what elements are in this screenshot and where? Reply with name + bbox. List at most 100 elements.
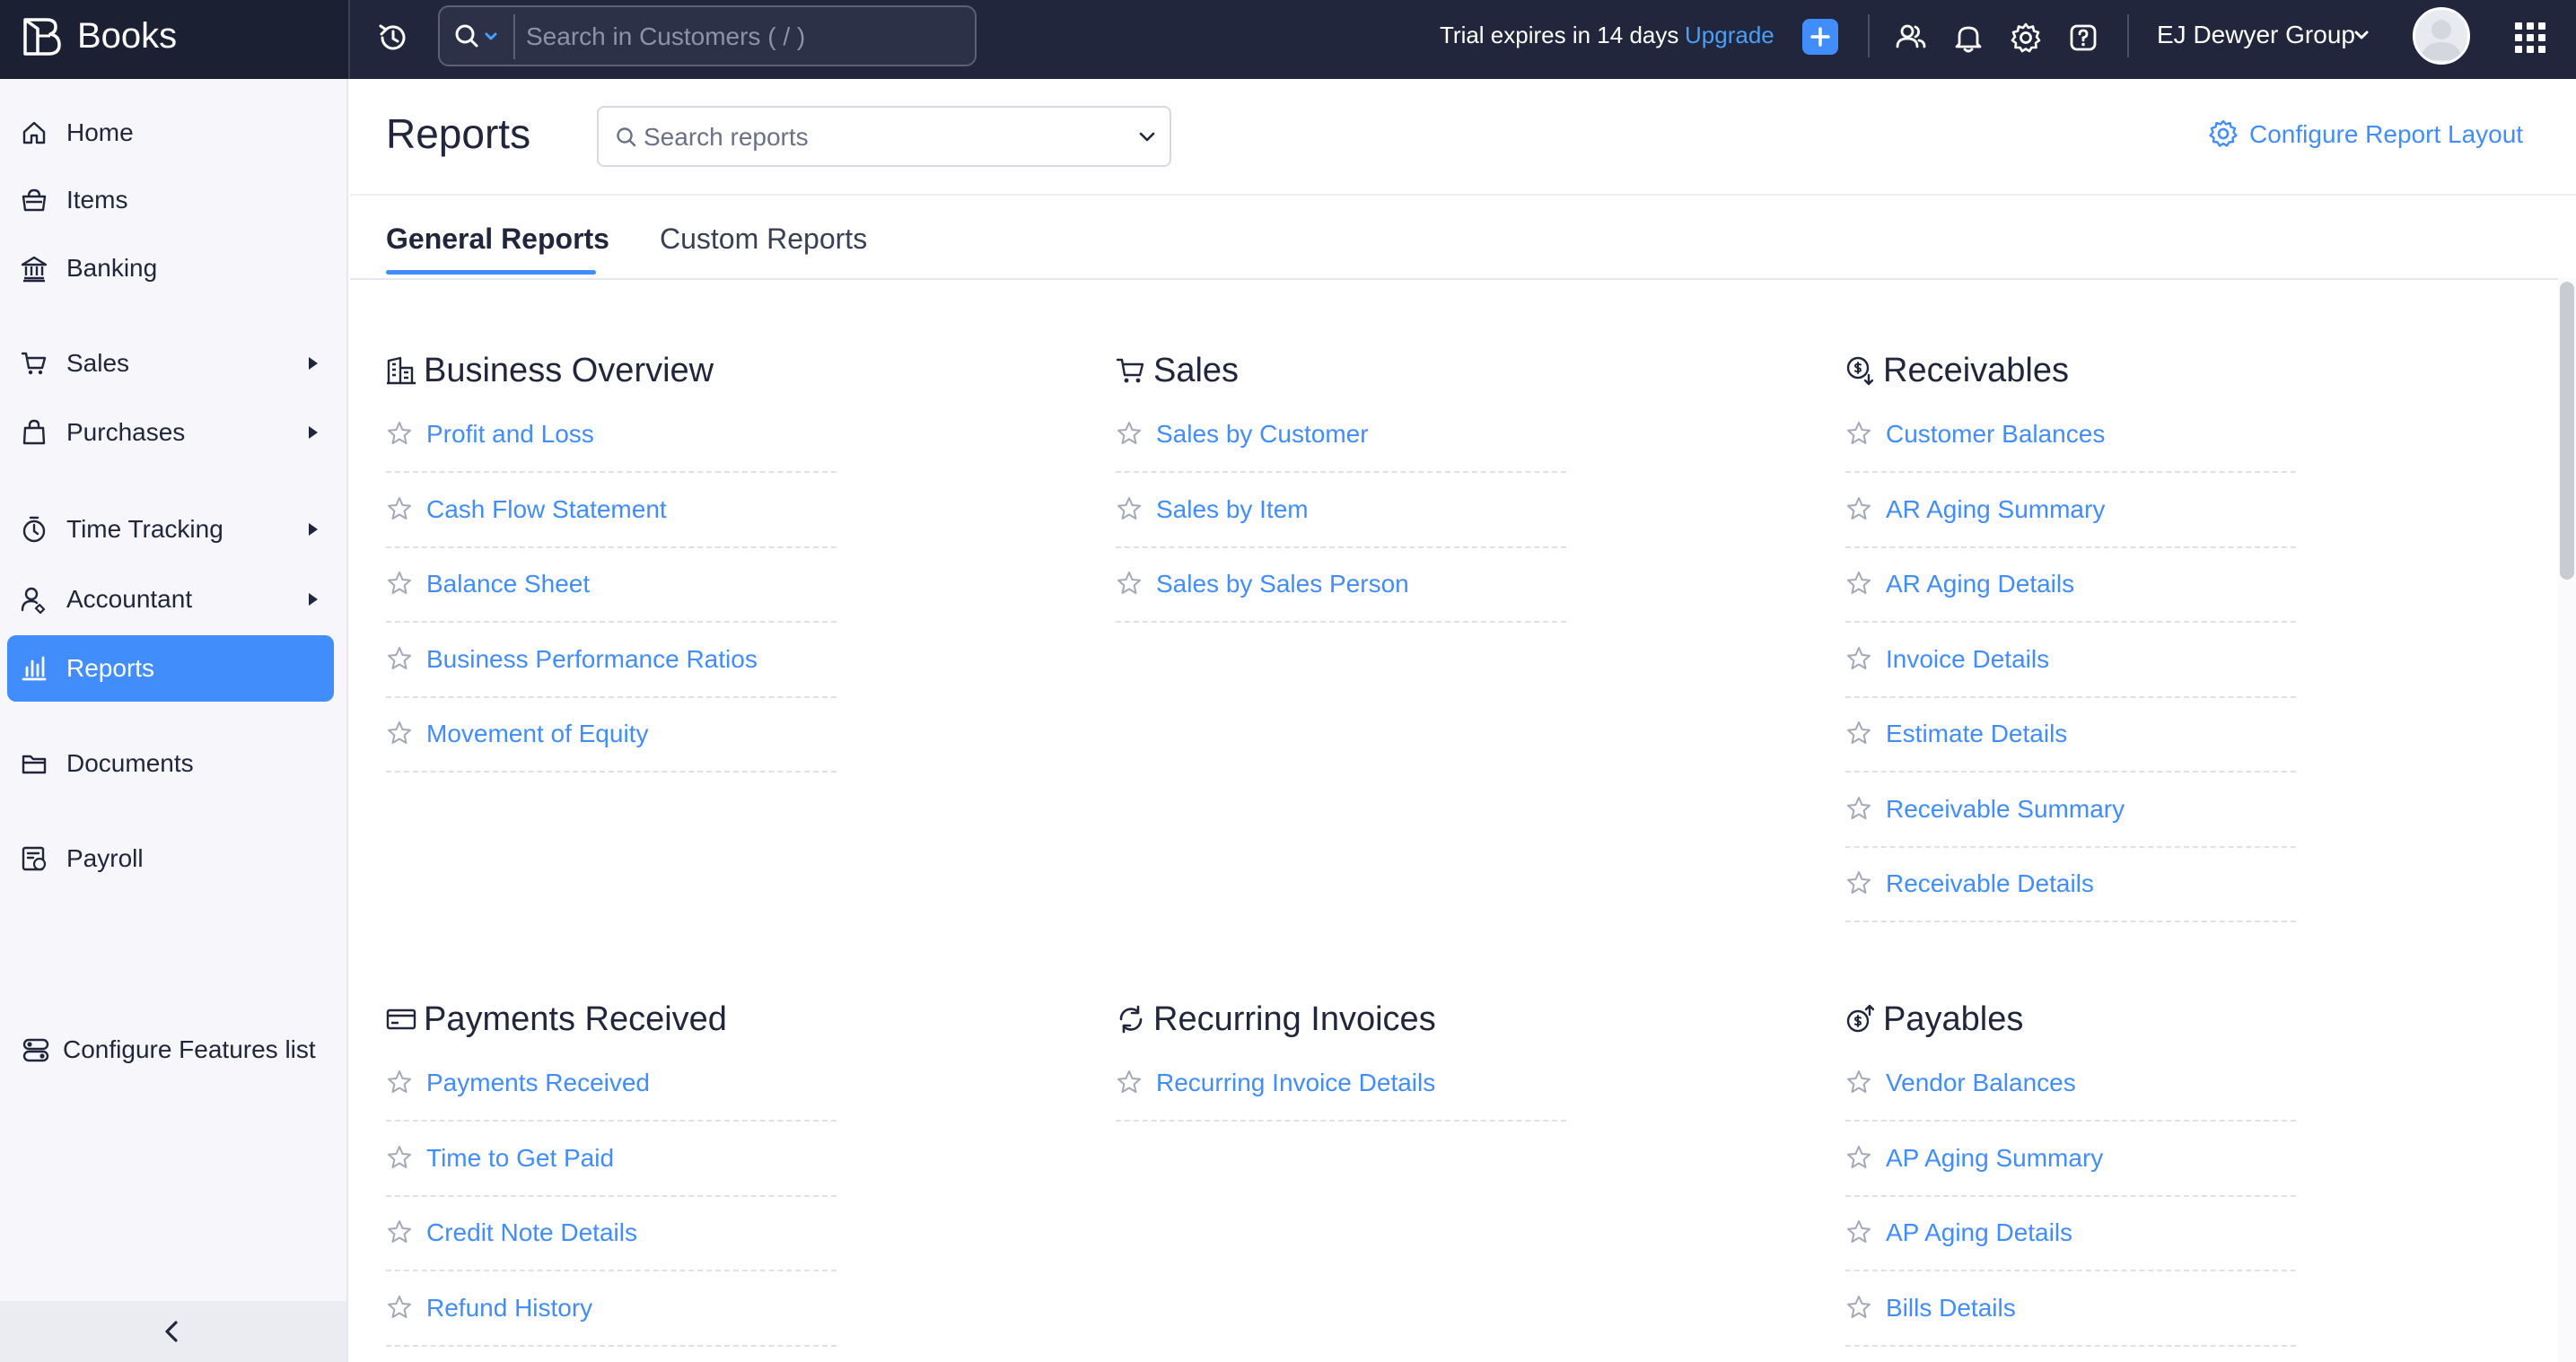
star-icon[interactable] [1845,420,1872,447]
star-icon[interactable] [1116,570,1143,597]
report-link[interactable]: Balance Sheet [426,570,590,598]
report-link-row[interactable]: Time to Get Paid [386,1122,837,1197]
sidebar-item-sales[interactable]: Sales [7,330,334,397]
report-link[interactable]: AP Aging Details [1886,1218,2072,1247]
organization-switcher[interactable]: EJ Dewyer Group [2157,21,2355,49]
users-icon[interactable] [1891,18,1931,57]
report-link-row[interactable]: Customer Balances [1845,397,2296,473]
report-link-row[interactable]: Business Performance Ratios [386,623,837,698]
brand[interactable]: Books [0,0,348,79]
report-link[interactable]: Time to Get Paid [426,1144,614,1173]
report-link[interactable]: Receivable Summary [1886,795,2125,824]
report-link-row[interactable]: Bills Details [1845,1271,2296,1347]
tab-custom-reports[interactable]: Custom Reports [660,223,867,276]
report-link[interactable]: Business Performance Ratios [426,645,758,674]
star-icon[interactable] [1116,1069,1143,1096]
star-icon[interactable] [1845,720,1872,746]
star-icon[interactable] [1845,1144,1872,1171]
report-link[interactable]: Customer Balances [1886,420,2105,449]
report-link-row[interactable]: AP Aging Details [1845,1196,2296,1271]
bell-icon[interactable] [1949,18,1988,57]
report-link[interactable]: AP Aging Summary [1886,1144,2103,1173]
report-search-input[interactable] [644,118,1110,156]
sidebar-item-time-tracking[interactable]: Time Tracking [7,496,334,563]
star-icon[interactable] [1845,495,1872,522]
configure-features-link[interactable]: Configure Features list [7,1017,334,1083]
report-link-row[interactable]: Balance Sheet [386,547,837,623]
sidebar-item-documents[interactable]: Documents [7,730,334,797]
report-link[interactable]: Profit and Loss [426,420,594,449]
report-link[interactable]: Credit Note Details [426,1218,637,1247]
report-link[interactable]: Sales by Sales Person [1156,570,1409,598]
report-link-row[interactable]: Receivable Summary [1845,773,2296,848]
star-icon[interactable] [1845,1218,1872,1245]
report-link-row[interactable]: Sales by Sales Person [1116,547,1566,623]
star-icon[interactable] [386,645,413,672]
report-link-row[interactable]: Sales by Item [1116,473,1566,548]
star-icon[interactable] [1116,420,1143,447]
search-scope-dropdown[interactable] [452,22,506,52]
report-link-row[interactable]: Credit Note Details [386,1196,837,1271]
star-icon[interactable] [386,570,413,597]
star-icon[interactable] [1845,570,1872,597]
report-link-row[interactable]: Refund History [386,1271,837,1347]
star-icon[interactable] [386,1069,413,1096]
sidebar-item-reports[interactable]: Reports [7,635,334,702]
sidebar-item-purchases[interactable]: Purchases [7,399,334,466]
scrollbar-thumb[interactable] [2560,282,2574,580]
report-link[interactable]: Estimate Details [1886,720,2067,748]
apps-grid-icon[interactable] [2512,20,2548,56]
global-search[interactable] [438,5,977,66]
avatar[interactable] [2413,7,2470,65]
star-icon[interactable] [1845,795,1872,822]
sidebar-item-banking[interactable]: Banking [7,235,334,301]
report-link[interactable]: Receivable Details [1886,869,2094,898]
star-icon[interactable] [1116,495,1143,522]
report-link[interactable]: Sales by Item [1156,495,1309,524]
report-link-row[interactable]: AR Aging Details [1845,547,2296,623]
star-icon[interactable] [386,1294,413,1321]
star-icon[interactable] [1845,1069,1872,1096]
report-search[interactable] [597,106,1171,167]
report-link-row[interactable]: Profit and Loss [386,397,837,473]
report-link[interactable]: AR Aging Details [1886,570,2074,598]
quick-create-button[interactable] [1802,19,1838,55]
collapse-sidebar-button[interactable] [0,1301,346,1362]
report-link[interactable]: Bills Details [1886,1294,2016,1323]
report-link-row[interactable]: Vendor Balances [1845,1046,2296,1122]
star-icon[interactable] [386,1144,413,1171]
report-link-row[interactable]: Movement of Equity [386,697,837,773]
report-link-row[interactable]: Receivable Details [1845,847,2296,922]
chevron-down-icon[interactable] [1137,129,1157,145]
star-icon[interactable] [386,495,413,522]
star-icon[interactable] [386,1218,413,1245]
tab-general-reports[interactable]: General Reports [386,223,609,276]
report-link-row[interactable]: Recurring Invoice Details [1116,1046,1566,1122]
report-link-row[interactable]: Estimate Details [1845,697,2296,773]
recent-activity-icon[interactable] [373,18,413,57]
sidebar-item-items[interactable]: Items [7,167,334,233]
sidebar-item-accountant[interactable]: Accountant [7,566,334,633]
report-link-row[interactable]: AR Aging Summary [1845,473,2296,548]
report-link[interactable]: Cash Flow Statement [426,495,667,524]
report-link[interactable]: Vendor Balances [1886,1069,2076,1097]
report-link-row[interactable]: Cash Flow Statement [386,473,837,548]
upgrade-link[interactable]: Upgrade [1685,22,1774,49]
report-link[interactable]: Payments Received [426,1069,650,1097]
report-link-row[interactable]: Invoice Details [1845,623,2296,698]
star-icon[interactable] [386,420,413,447]
help-icon[interactable] [2063,18,2103,57]
report-link[interactable]: Invoice Details [1886,645,2049,674]
report-link[interactable]: Refund History [426,1294,592,1323]
report-link[interactable]: AR Aging Summary [1886,495,2105,524]
global-search-input[interactable] [526,16,966,57]
report-link[interactable]: Movement of Equity [426,720,648,748]
sidebar-item-home[interactable]: Home [7,100,334,166]
report-link-row[interactable]: Sales by Customer [1116,397,1566,473]
report-link-row[interactable]: Payments Received [386,1046,837,1122]
report-link-row[interactable]: AP Aging Summary [1845,1122,2296,1197]
report-link[interactable]: Recurring Invoice Details [1156,1069,1435,1097]
star-icon[interactable] [386,720,413,746]
sidebar-item-payroll[interactable]: Payroll [7,825,334,892]
gear-icon[interactable] [2006,18,2046,57]
